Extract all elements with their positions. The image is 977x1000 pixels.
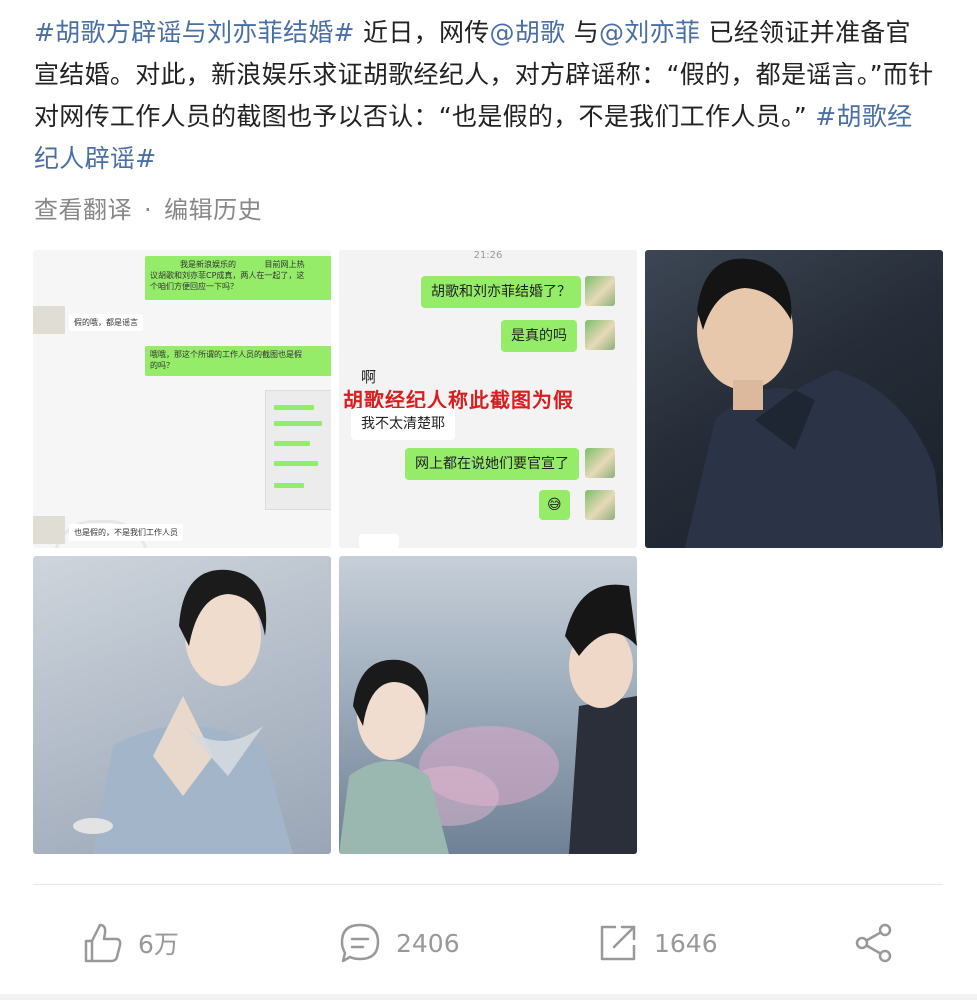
drama-still-photo[interactable] — [339, 556, 637, 854]
avatar — [585, 320, 615, 350]
portrait-photo-man[interactable] — [645, 250, 943, 548]
translate-link[interactable]: 查看翻译 — [34, 196, 132, 224]
chat-bubble-received: 也是假的，不是我们工作人员 — [69, 524, 183, 541]
chat-bubble-partial — [359, 534, 399, 548]
edit-history-link[interactable]: 编辑历史 — [164, 196, 262, 224]
comment-count: 2406 — [396, 928, 460, 958]
mention-link-huge[interactable]: @胡歌 — [490, 18, 566, 47]
post-meta-row: 查看翻译 · 编辑历史 — [34, 190, 262, 225]
chat-bubble-sent: 哦哦，那这个所谓的工作人员的截图也是假 的吗？ — [145, 346, 331, 376]
chat-text: 个咱们方便回应一下吗？ — [150, 282, 238, 291]
chat-text: 议胡歌和刘亦菲CP成真，两人在一起了，这 — [150, 271, 305, 280]
post-text-segment: 与 — [565, 18, 599, 47]
post-text-segment: 近日，网传 — [354, 18, 490, 47]
portrait-illustration — [73, 569, 293, 854]
chat-bubble-sent: 胡歌和刘亦菲结婚了？ — [421, 276, 581, 308]
chat-bubble-sent: 是真的吗 — [501, 320, 577, 352]
chat-text: 我是新浪娱乐的 — [180, 260, 236, 269]
chat-screenshot-image-2[interactable]: 21:26 胡歌和刘亦菲结婚了？ 是真的吗 啊 胡歌经纪人称此截图为假 我不太清… — [339, 250, 637, 548]
divider — [33, 884, 943, 885]
chat-bubble-received: 假的哦，都是谣言 — [69, 314, 143, 331]
chat-text: 是真的吗 — [511, 328, 567, 344]
mention-link-liuyifei[interactable]: @刘亦菲 — [599, 18, 700, 47]
avatar — [33, 306, 65, 334]
chat-bubble-sent: 网上都在说她们要官宣了 — [405, 448, 579, 480]
chat-text: 我不太清楚耶 — [361, 416, 445, 432]
chat-bubble-received: 我不太清楚耶 — [351, 408, 455, 440]
avatar — [585, 490, 615, 520]
comment-button[interactable]: 2406 — [338, 915, 460, 971]
avatar — [585, 276, 615, 306]
chat-bubble-sent: 😅 — [539, 490, 570, 520]
hashtag-link[interactable]: #胡歌方辟谣与刘亦菲结婚# — [34, 18, 355, 47]
like-count: 6万 — [138, 930, 179, 959]
scene-illustration — [339, 584, 637, 854]
chat-text: 的吗？ — [150, 361, 174, 370]
share-button[interactable] — [852, 915, 896, 971]
chat-text: 假的哦，都是谣言 — [74, 318, 138, 327]
chat-bubble-sent: 我是新浪娱乐的 目前网上热 议胡歌和刘亦菲CP成真，两人在一起了，这 个咱们方便… — [145, 256, 331, 300]
separator-dot: · — [144, 196, 153, 224]
post-text: #胡歌方辟谣与刘亦菲结婚# 近日，网传@胡歌 与@刘亦菲 已经领证并准备官宣结婚… — [34, 12, 934, 180]
chat-text: 哦哦，那这个所谓的工作人员的截图也是假 — [150, 350, 302, 359]
chat-emoji: 😅 — [547, 497, 562, 513]
repost-button[interactable]: 1646 — [596, 915, 718, 971]
portrait-photo-woman[interactable] — [33, 556, 331, 854]
avatar — [585, 448, 615, 478]
thumbs-up-icon — [84, 923, 122, 963]
nested-screenshot — [265, 390, 331, 510]
comment-icon — [340, 923, 380, 963]
chat-timestamp: 21:26 — [473, 250, 503, 261]
repost-icon — [600, 925, 636, 961]
share-icon — [855, 923, 892, 963]
bottom-edge — [0, 994, 977, 1000]
avatar — [33, 516, 65, 544]
portrait-illustration — [685, 258, 943, 548]
chat-text: 胡歌和刘亦菲结婚了？ — [431, 284, 571, 300]
chat-text: 也是假的，不是我们工作人员 — [74, 528, 178, 537]
chat-screenshot-image-1[interactable]: 我是新浪娱乐的 目前网上热 议胡歌和刘亦菲CP成真，两人在一起了，这 个咱们方便… — [33, 250, 331, 548]
chat-text: 网上都在说她们要官宣了 — [415, 456, 569, 472]
repost-count: 1646 — [654, 928, 718, 958]
like-button[interactable]: 6万 — [80, 915, 179, 971]
chat-text: 目前网上热 — [264, 260, 305, 269]
